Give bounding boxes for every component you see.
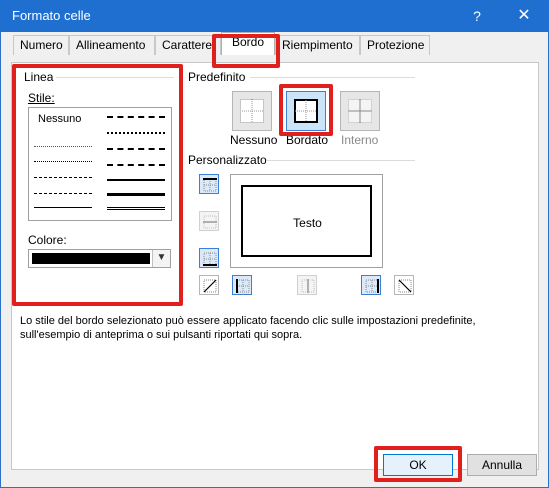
line-group-label: Linea xyxy=(24,70,54,84)
border-bottom-button[interactable] xyxy=(199,248,219,268)
style-option-slant-dash-dot[interactable] xyxy=(107,132,165,134)
border-diagonal-up-button[interactable] xyxy=(199,275,219,295)
presets-group-divider xyxy=(250,77,415,78)
border-bottom-icon xyxy=(203,252,217,266)
tab-numero[interactable]: Numero xyxy=(13,35,69,55)
style-option-hair[interactable] xyxy=(34,146,92,147)
line-group-divider xyxy=(56,77,174,78)
tab-label: Riempimento xyxy=(282,38,353,52)
line-style-list[interactable]: Nessuno xyxy=(28,107,172,221)
info-text: Lo stile del bordo selezionato può esser… xyxy=(20,315,476,341)
border-none-icon xyxy=(240,99,264,123)
style-option-medium-dash-dot[interactable] xyxy=(107,148,165,150)
preset-inside-button[interactable] xyxy=(340,91,380,131)
tab-label: Numero xyxy=(20,38,63,52)
style-option-double[interactable] xyxy=(107,207,165,210)
window-title: Formato celle xyxy=(12,8,91,23)
tab-protezione[interactable]: Protezione xyxy=(360,35,430,55)
border-inside-icon xyxy=(348,99,372,123)
style-option-dash-dot-dot[interactable] xyxy=(34,177,92,178)
style-option-medium-dashed[interactable] xyxy=(107,164,165,166)
style-option-dash-dot[interactable] xyxy=(34,193,92,194)
cancel-button[interactable]: Annulla xyxy=(467,454,537,476)
border-inside-vertical-icon xyxy=(301,279,315,293)
presets-group-label: Predefinito xyxy=(188,70,246,84)
color-swatch xyxy=(32,253,150,264)
custom-group-divider xyxy=(266,160,415,161)
tab-bordo[interactable]: Bordo xyxy=(221,32,275,55)
tab-label: Allineamento xyxy=(76,38,146,52)
border-inside-vertical-button[interactable] xyxy=(297,275,317,295)
border-outline-icon xyxy=(294,99,318,123)
color-label: Colore: xyxy=(28,233,67,247)
preset-none-label: Nessuno xyxy=(230,133,278,147)
tab-riempimento[interactable]: Riempimento xyxy=(275,35,360,55)
tab-allineamento[interactable]: Allineamento xyxy=(69,35,155,55)
help-button[interactable]: ? xyxy=(462,4,492,28)
style-option-medium[interactable] xyxy=(107,179,165,181)
preset-none-button[interactable] xyxy=(232,91,272,131)
border-top-button[interactable] xyxy=(199,174,219,194)
chevron-down-icon[interactable]: ▼ xyxy=(152,250,170,267)
tab-carattere[interactable]: Carattere xyxy=(155,35,221,55)
preview-text: Testo xyxy=(293,216,322,230)
border-left-button[interactable] xyxy=(232,275,252,295)
tab-label: Protezione xyxy=(367,38,425,52)
tab-label: Bordo xyxy=(231,35,265,49)
style-option-none[interactable]: Nessuno xyxy=(38,113,81,125)
border-top-icon xyxy=(203,178,217,192)
title-bar: Formato celle ? ✕ xyxy=(0,0,549,32)
close-button[interactable]: ✕ xyxy=(509,4,539,28)
diagonal-down-icon xyxy=(398,279,412,293)
border-inside-horizontal-button[interactable] xyxy=(199,211,219,231)
border-inside-horizontal-icon xyxy=(203,215,217,229)
style-option-thin[interactable] xyxy=(34,207,92,208)
border-right-button[interactable] xyxy=(361,275,381,295)
style-option-thick[interactable] xyxy=(107,193,165,196)
style-option-medium-dash-dot-dot[interactable] xyxy=(107,116,165,118)
color-dropdown[interactable]: ▼ xyxy=(28,249,171,268)
border-left-icon xyxy=(236,279,250,293)
tab-label: Carattere xyxy=(162,38,213,52)
border-preview[interactable]: Testo xyxy=(230,174,383,268)
style-label: Stile: xyxy=(28,91,55,105)
border-diagonal-down-button[interactable] xyxy=(394,275,414,295)
preset-inside-label: Interno xyxy=(341,133,379,147)
preset-outline-button[interactable] xyxy=(286,91,326,131)
preset-outline-label: Bordato xyxy=(286,133,329,147)
ok-button[interactable]: OK xyxy=(383,454,453,476)
border-right-icon xyxy=(365,279,379,293)
custom-group-label: Personalizzato xyxy=(188,153,267,167)
diagonal-up-icon xyxy=(203,279,217,293)
style-option-dotted[interactable] xyxy=(34,161,92,162)
